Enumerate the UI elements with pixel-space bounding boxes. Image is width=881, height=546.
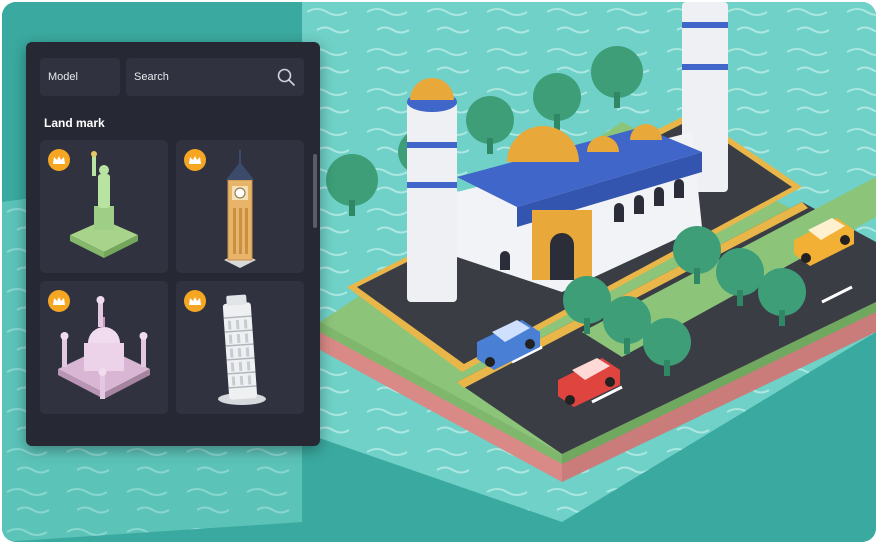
premium-crown-icon: [184, 149, 206, 171]
section-title: Land mark: [44, 116, 105, 130]
landmark-card-statue-of-liberty[interactable]: [40, 140, 168, 273]
search-input[interactable]: Search: [126, 58, 304, 96]
premium-crown-icon: [48, 290, 70, 312]
landmark-card-big-ben[interactable]: [176, 140, 304, 273]
panel-scrollbar[interactable]: [313, 154, 317, 228]
app-frame: Model Search Land mark: [2, 2, 876, 542]
premium-crown-icon: [48, 149, 70, 171]
model-library-panel: Model Search Land mark: [26, 42, 320, 446]
search-placeholder: Search: [134, 71, 169, 83]
landmark-card-taj-mahal[interactable]: [40, 281, 168, 414]
search-icon[interactable]: [276, 67, 296, 87]
model-dropdown[interactable]: Model: [40, 58, 120, 96]
premium-crown-icon: [184, 290, 206, 312]
landmark-card-leaning-tower-of-pisa[interactable]: [176, 281, 304, 414]
model-dropdown-label: Model: [48, 71, 78, 83]
